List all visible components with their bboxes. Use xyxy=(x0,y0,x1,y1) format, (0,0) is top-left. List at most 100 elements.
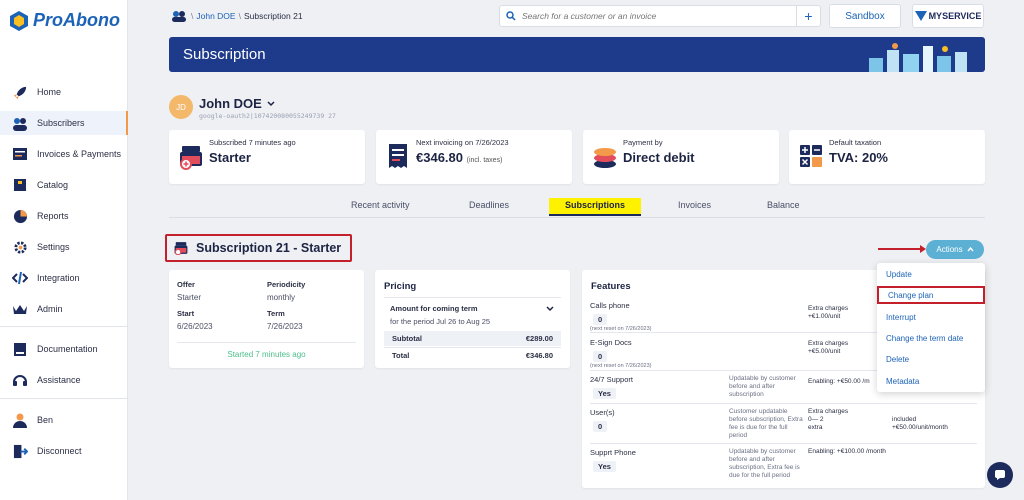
term-label: Term xyxy=(267,309,285,318)
customer-name: John DOE xyxy=(199,96,262,111)
avatar: JD xyxy=(169,95,193,119)
feature-name: E-Sign Docs xyxy=(590,338,632,347)
info-label: Default taxation xyxy=(829,138,882,147)
actions-label: Actions xyxy=(936,245,963,254)
tab-bar: Recent activity Deadlines Subscriptions … xyxy=(169,196,985,218)
add-button[interactable]: + xyxy=(796,6,820,26)
users-icon xyxy=(12,115,28,131)
offer-value: Starter xyxy=(177,293,202,302)
started-status: Started 7 minutes ago xyxy=(227,350,306,359)
menu-item-interrupt[interactable]: Interrupt xyxy=(877,308,985,326)
brand-label: MYSERVICE xyxy=(928,11,982,21)
catalog-icon xyxy=(12,177,28,193)
sidebar-item-documentation[interactable]: Documentation xyxy=(0,337,128,361)
feature-value: Yes xyxy=(593,388,616,399)
tab-balance[interactable]: Balance xyxy=(751,198,816,216)
page-title: Subscription xyxy=(183,46,266,63)
chevron-down-icon[interactable] xyxy=(546,306,554,312)
sidebar-item-catalog[interactable]: Catalog xyxy=(0,173,128,197)
sidebar-item-reports[interactable]: Reports xyxy=(0,204,128,228)
menu-item-delete[interactable]: Delete xyxy=(877,350,985,368)
start-value: 6/26/2023 xyxy=(177,322,213,331)
rocket-icon xyxy=(12,84,28,100)
menu-item-metadata[interactable]: Metadata xyxy=(877,372,985,390)
breadcrumb: \ John DOE \ Subscription 21 xyxy=(170,10,303,22)
headset-icon xyxy=(12,372,28,388)
menu-item-change-plan[interactable]: Change plan xyxy=(877,286,985,304)
feature-description: Customer updatable before subscription, … xyxy=(729,408,803,439)
app-logo[interactable]: ProAbono xyxy=(10,10,120,31)
breadcrumb-current: Subscription 21 xyxy=(243,11,303,21)
page-banner: Subscription xyxy=(169,37,985,72)
pricing-card: Pricing Amount for coming term for the p… xyxy=(375,270,570,368)
feature-extra: Enabling: +€50.00 /m xyxy=(808,378,870,385)
sidebar-item-label: Catalog xyxy=(37,180,69,190)
subscription-title: Subscription 21 - Starter xyxy=(196,241,342,255)
tab-invoices[interactable]: Invoices xyxy=(662,198,727,216)
brand-switcher[interactable]: MYSERVICE xyxy=(912,4,984,28)
actions-button[interactable]: Actions xyxy=(926,240,984,259)
sidebar-item-label: Documentation xyxy=(37,344,98,354)
sidebar-item-subscribers[interactable]: Subscribers xyxy=(0,111,128,135)
info-label: Subscribed 7 minutes ago xyxy=(209,138,296,147)
sidebar-item-user[interactable]: Ben xyxy=(0,408,128,432)
feature-extra: Extra charges 0— 2 extra xyxy=(808,408,849,431)
menu-item-change-term-date[interactable]: Change the term date xyxy=(877,329,985,347)
pie-chart-icon xyxy=(12,208,28,224)
offer-card: Offer Starter Periodicity monthly Start … xyxy=(169,270,364,368)
feature-extra: Enabling: +€100.00 /month xyxy=(808,448,886,455)
sidebar-item-label: Admin xyxy=(37,304,63,314)
info-value: Direct debit xyxy=(623,150,695,165)
search-icon xyxy=(500,11,522,21)
feature-name: Supprt Phone xyxy=(590,448,636,457)
info-value: TVA: 20% xyxy=(829,150,888,165)
calculator-icon xyxy=(800,145,822,167)
chevron-down-icon xyxy=(267,100,275,106)
feature-value: Yes xyxy=(593,461,616,472)
sidebar-item-home[interactable]: Home xyxy=(0,80,128,104)
sidebar-item-label: Home xyxy=(37,87,62,97)
sidebar-item-label: Assistance xyxy=(37,375,81,385)
code-icon xyxy=(12,270,28,286)
sidebar-item-admin[interactable]: Admin xyxy=(0,297,128,321)
tab-subscriptions[interactable]: Subscriptions xyxy=(549,198,642,216)
chat-icon xyxy=(995,470,1005,480)
subtotal-label: Subtotal xyxy=(392,334,422,343)
search-input[interactable] xyxy=(522,11,796,21)
subscription-title-box: Subscription 21 - Starter xyxy=(165,234,352,262)
chat-button[interactable] xyxy=(987,462,1013,488)
sidebar-item-disconnect[interactable]: Disconnect xyxy=(0,439,128,463)
sidebar-item-assistance[interactable]: Assistance xyxy=(0,368,128,392)
subtotal-value: €289.00 xyxy=(525,334,553,343)
pricing-subtotal-row: Subtotal €289.00 xyxy=(384,331,561,346)
start-label: Start xyxy=(177,309,195,318)
breadcrumb-customer-link[interactable]: John DOE xyxy=(196,11,235,21)
tab-deadlines[interactable]: Deadlines xyxy=(453,198,525,216)
info-value: Starter xyxy=(209,150,251,165)
feature-description: Updatable by customer before and after s… xyxy=(729,375,796,398)
menu-item-update[interactable]: Update xyxy=(877,265,985,283)
feature-note: (next reset on 7/26/2023) xyxy=(590,363,652,369)
sidebar-item-invoices-payments[interactable]: Invoices & Payments xyxy=(0,142,128,166)
total-value: €346.80 xyxy=(525,350,553,360)
customer-name-dropdown[interactable]: John DOE xyxy=(199,96,275,111)
subscription-box-icon xyxy=(180,146,202,170)
actions-menu: Update Change plan Interrupt Change the … xyxy=(877,263,985,392)
logo-icon xyxy=(10,10,28,31)
sidebar-item-label: Ben xyxy=(37,415,54,425)
feature-extra: Extra charges +€1.00/unit xyxy=(808,305,849,320)
sidebar-item-label: Subscribers xyxy=(37,118,85,128)
chevron-up-icon xyxy=(967,247,974,252)
feature-value: 0 xyxy=(593,314,608,325)
receipt-icon xyxy=(389,144,407,168)
feature-row: User(s) 0 Customer updatable before subs… xyxy=(590,403,977,443)
sidebar-item-integration[interactable]: Integration xyxy=(0,266,128,290)
info-card-next-invoicing: Next invoicing on 7/26/2023 €346.80 (inc… xyxy=(376,130,572,184)
brand-logo-icon xyxy=(914,11,927,21)
sandbox-button[interactable]: Sandbox xyxy=(829,4,901,28)
divider xyxy=(177,342,356,343)
sidebar-item-label: Invoices & Payments xyxy=(37,149,122,159)
users-icon xyxy=(172,11,186,22)
sidebar-item-settings[interactable]: Settings xyxy=(0,235,128,259)
tab-recent-activity[interactable]: Recent activity xyxy=(335,198,426,216)
